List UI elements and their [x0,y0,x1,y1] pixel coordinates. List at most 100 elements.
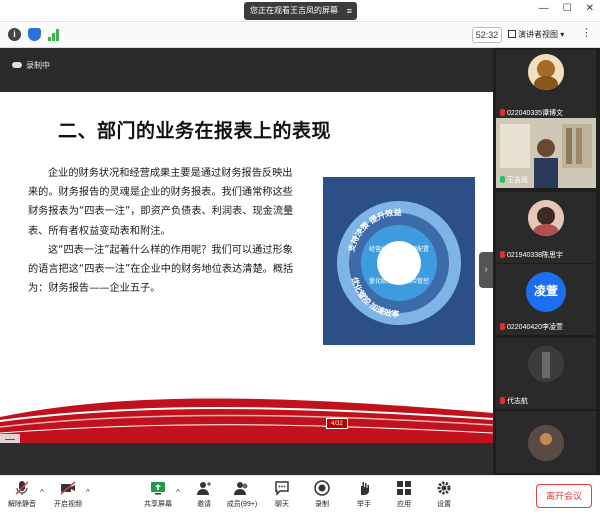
cartoon-avatar-image [528,54,564,90]
more-icon[interactable]: ⋮ [581,26,592,39]
share-screen-icon [151,482,165,495]
slide-paragraph: 这“四表一注”起着什么样的作用呢？我们可以通过形象的语言把这“四表一注”在企业中… [28,244,294,295]
record-icon [314,480,330,496]
chevron-down-icon: ▾ [560,30,565,39]
share-screen-label: 共享屏幕 [144,501,172,508]
mic-muted-icon [500,397,505,404]
photo-avatar-image [528,346,564,382]
avatar [528,200,564,236]
meeting-toolbar: i 52:32 演讲者视图 ▾ ⋮ [0,22,600,48]
mic-muted-icon [500,323,505,330]
participants-panel: 022040335谭博文 王吉凤 021940338陈思宇 凌萱 0220404… [493,48,600,475]
invite-button[interactable]: 邀请 [184,480,224,509]
users-icon [234,482,248,495]
window-title: 您正在观看王吉凤的屏幕 [250,6,338,15]
slide-nav-handle[interactable] [0,434,20,443]
members-label: 成员(99+) [226,501,258,508]
invite-label: 邀请 [197,501,211,508]
mic-options-caret-icon[interactable]: ^ [40,488,44,497]
avatar [528,425,564,461]
apps-label: 应用 [397,501,411,508]
participant-tile[interactable]: 凌萱 022040420李凌萱 [496,264,596,335]
participant-tile[interactable]: 代志航 [496,338,596,409]
participant-name: 王吉凤 [507,177,528,184]
view-mode-button[interactable]: 演讲者视图 ▾ [508,27,564,43]
meeting-timer: 52:32 [472,27,502,43]
avatar [528,54,564,90]
finance-cycle-diagram: 支持决策 提升效益 优化管控 加速效率 经营分析 资源配置 量化绩效 风险管控 [323,177,475,345]
photo-avatar-image [528,200,564,236]
camera-off-icon [60,481,76,495]
participant-name: 022040420李凌萱 [507,324,564,331]
start-video-button[interactable]: 开启视频 [48,480,88,509]
participant-caption: 021940338陈思宇 [500,250,563,260]
window-controls: — ☐ ✕ [539,3,594,14]
shield-icon[interactable] [28,28,41,41]
collapse-panel-chevron-icon[interactable]: › [479,252,493,288]
info-icon[interactable]: i [8,28,21,41]
participant-tile-active-speaker[interactable]: 王吉凤 [496,118,596,188]
diagram-segment: 资源配置 [405,245,429,253]
shared-screen-bottom [0,443,493,475]
members-button[interactable]: 成员(99+) [222,480,262,509]
start-video-label: 开启视频 [54,501,82,508]
raise-hand-button[interactable]: 举手 [344,480,384,509]
meeting-controls: 解除静音 ^ 开启视频 ^ 共享屏幕 ^ 邀请 成员(99+) 聊天 录制 举手… [0,475,600,516]
participant-tile[interactable] [496,411,596,473]
participant-tile[interactable]: 022040335谭博文 [496,50,596,121]
unmute-label: 解除静音 [8,501,36,508]
unmute-button[interactable]: 解除静音 [2,480,42,509]
participant-name: 代志航 [507,398,528,405]
record-button[interactable]: 录制 [302,480,342,509]
raise-hand-label: 举手 [357,501,371,508]
chat-label: 聊天 [275,501,289,508]
recording-label: 录制中 [26,61,50,70]
hand-icon [361,482,369,495]
apps-button[interactable]: 应用 [384,480,424,509]
settings-label: 设置 [437,501,451,508]
minimize-icon[interactable]: — [539,3,549,14]
share-screen-button[interactable]: 共享屏幕 [138,480,178,509]
participant-name: 022040335谭博文 [507,110,564,117]
presentation-slide: 二、部门的业务在报表上的表现 企业的财务状况和经营成果主要是通过财务报告反映出来… [0,92,493,443]
participant-caption: 022040420李凌萱 [500,322,563,332]
diagram-segment: 量化绩效 [369,277,393,285]
avatar: 凌萱 [526,272,566,312]
settings-button[interactable]: 设置 [424,480,464,509]
share-options-caret-icon[interactable]: ^ [176,488,180,497]
mic-off-icon [15,481,29,495]
screen-share-banner[interactable]: 您正在观看王吉凤的屏幕 ≡ [244,2,357,20]
apps-icon [397,481,411,495]
slide-body: 企业的财务状况和经营成果主要是通过财务报告反映出来的。财务报告的灵魂是企业的财务… [28,164,300,298]
slide-page-badge: 4/32 [326,418,348,429]
slide-wave-decoration [0,398,493,443]
menu-icon[interactable]: ≡ [347,2,352,20]
participant-caption: 022040335谭博文 [500,108,563,118]
signal-icon[interactable] [48,29,60,41]
participant-caption: 代志航 [500,396,528,406]
cloud-icon [12,62,22,68]
add-user-icon [197,482,211,495]
recording-bar: 录制中 [0,48,493,92]
maximize-icon[interactable]: ☐ [563,3,572,14]
photo-avatar-image [528,425,564,461]
chat-button[interactable]: 聊天 [262,480,302,509]
video-options-caret-icon[interactable]: ^ [86,488,90,497]
slide-paragraph: 企业的财务状况和经营成果主要是通过财务报告反映出来的。财务报告的灵魂是企业的财务… [28,168,294,237]
title-bar: 您正在观看王吉凤的屏幕 ≡ — ☐ ✕ [0,0,600,22]
slide-title: 二、部门的业务在报表上的表现 [58,120,332,142]
participant-tile[interactable]: 021940338陈思宇 [496,192,596,263]
chat-icon [275,481,289,496]
close-icon[interactable]: ✕ [586,3,594,14]
recording-status: 录制中 [12,60,50,71]
diagram-segment: 经营分析 [369,245,393,253]
mic-active-icon [500,176,505,183]
cycle-graphic: 支持决策 提升效益 优化管控 加速效率 经营分析 资源配置 量化绩效 风险管控 [323,177,475,345]
record-label: 录制 [315,501,329,508]
grid-icon [508,30,516,38]
diagram-segment: 风险管控 [405,277,429,285]
gear-icon [437,481,451,495]
mic-muted-icon [500,251,505,258]
participant-name: 021940338陈思宇 [507,252,564,259]
leave-meeting-button[interactable]: 离开会议 [536,484,592,508]
